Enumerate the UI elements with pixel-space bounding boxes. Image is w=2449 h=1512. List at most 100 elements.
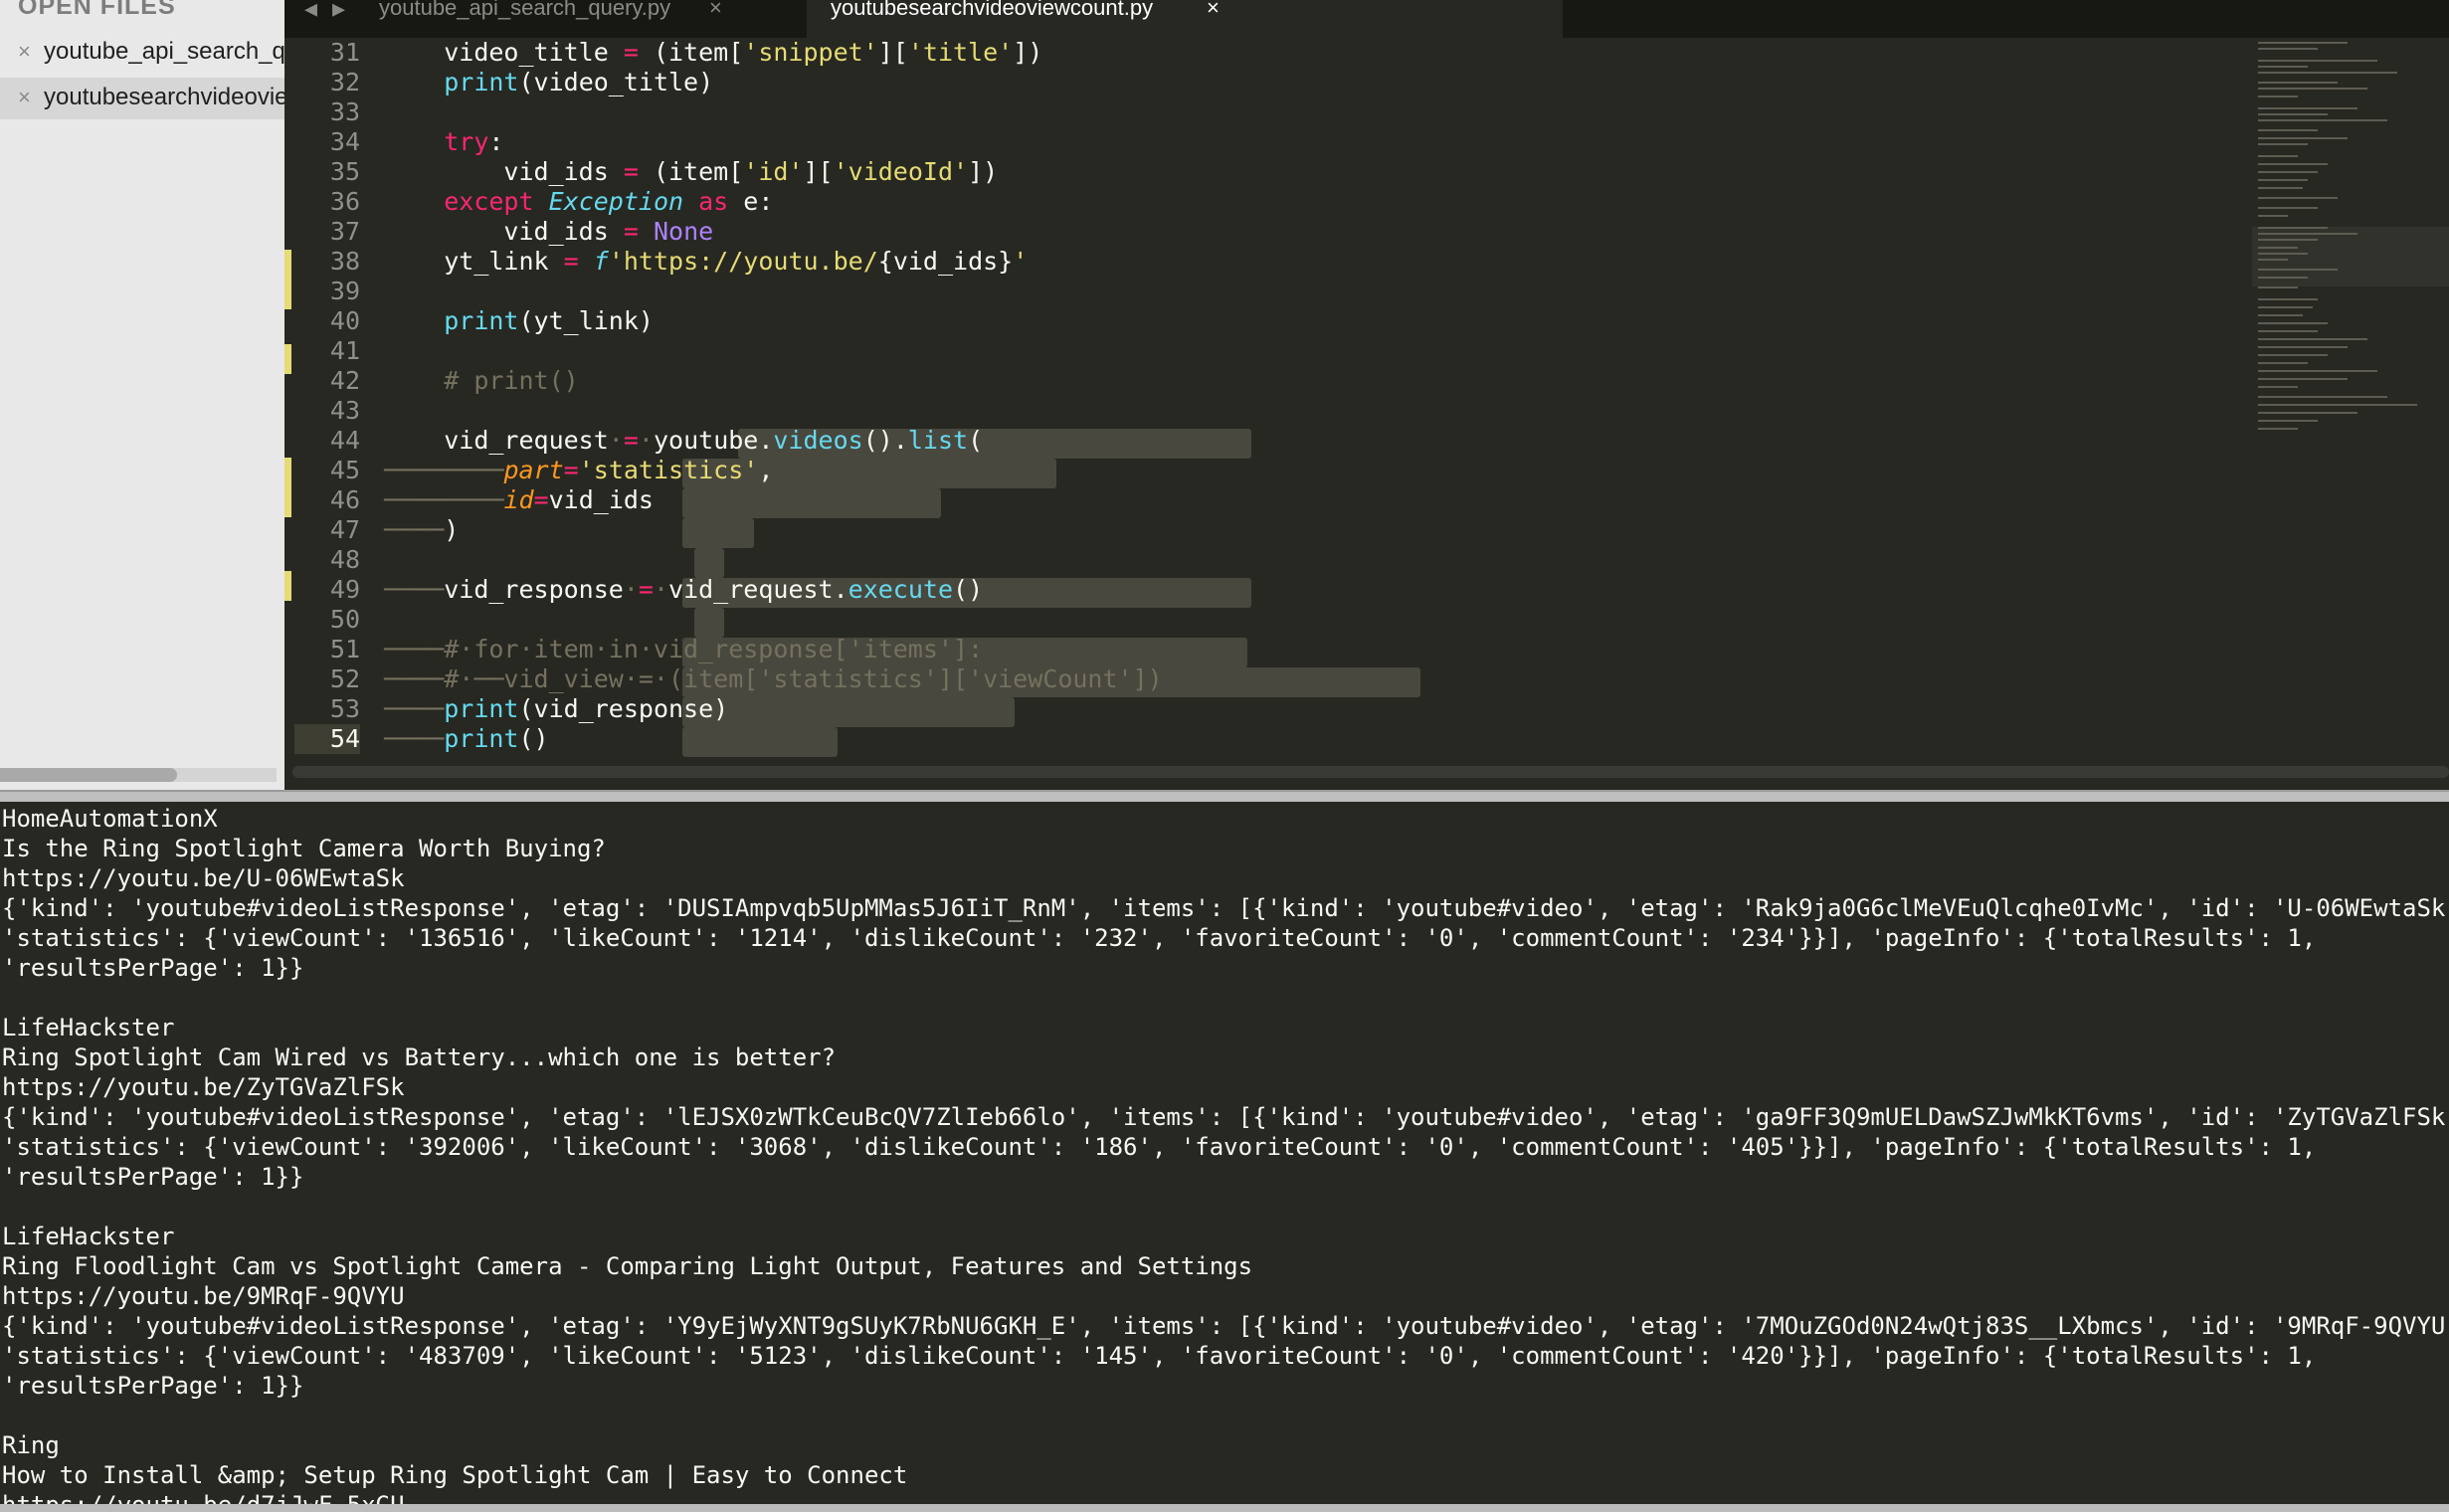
- console-line: HomeAutomationX: [2, 805, 218, 833]
- open-file-item[interactable]: × youtube_api_search_query.py: [0, 32, 284, 74]
- line-number: 33: [329, 97, 360, 126]
- code-line[interactable]: 37 vid_ids = None: [284, 217, 2234, 247]
- tab-youtube-api-search-query[interactable]: youtube_api_search_query.py ×: [379, 0, 737, 38]
- code-line[interactable]: 32 print(video_title): [284, 68, 2234, 97]
- minimap-line: [2258, 155, 2298, 157]
- code-line[interactable]: 49 ────vid_response·=·vid_request.execute…: [284, 575, 2234, 605]
- console-line: How to Install &amp; Setup Ring Spotligh…: [2, 1461, 908, 1489]
- editor-horizontal-scrollbar[interactable]: [292, 766, 2449, 778]
- code-line[interactable]: 33: [284, 97, 2234, 127]
- code-token: # print(): [444, 366, 579, 395]
- code-line[interactable]: 40 print(yt_link): [284, 306, 2234, 336]
- code-text: ────#·for·item·in·vid_response['items']:: [384, 635, 983, 664]
- code-token: =: [638, 575, 654, 604]
- sidebar-scrollbar-thumb[interactable]: [0, 768, 177, 782]
- code-line[interactable]: 38 yt_link = f'https://youtu.be/{vid_ids…: [284, 247, 2234, 277]
- code-line[interactable]: 50: [284, 605, 2234, 635]
- code-token: ────: [444, 485, 504, 514]
- line-number: 48: [329, 545, 360, 574]
- code-editor[interactable]: 31 video_title = (item['snippet']['title…: [284, 38, 2449, 758]
- line-number: 40: [329, 306, 360, 335]
- code-line[interactable]: 34 try:: [284, 127, 2234, 157]
- console-line: Ring Spotlight Cam Wired vs Battery...wh…: [2, 1043, 837, 1071]
- code-line[interactable]: 46 ────────id=vid_ids: [284, 485, 2234, 515]
- close-icon[interactable]: ×: [18, 39, 31, 65]
- code-line[interactable]: 48: [284, 545, 2234, 575]
- open-file-item-selected[interactable]: × youtubesearchvideoviewcount.py: [0, 78, 284, 119]
- minimap-line: [2258, 247, 2298, 249]
- code-token: 'videoId': [833, 157, 969, 186]
- back-arrow-icon[interactable]: ◂: [304, 0, 317, 24]
- code-line[interactable]: 43: [284, 396, 2234, 426]
- console-line: LifeHackster: [2, 1223, 175, 1250]
- code-line[interactable]: 54 ────print(): [284, 724, 2234, 754]
- code-token: ·: [638, 426, 654, 455]
- code-text: try:: [384, 127, 503, 157]
- code-line[interactable]: 52 ────#·──vid_view·=·(item['statistics']…: [284, 664, 2234, 694]
- console-line: Ring: [2, 1431, 60, 1459]
- console-line: 'statistics': {'viewCount': '136516', 'l…: [2, 924, 2317, 952]
- tab-close-icon[interactable]: ×: [1207, 0, 1220, 21]
- line-number: 50: [329, 605, 360, 634]
- code-line[interactable]: 44 vid_request·=·youtube.videos().list(: [284, 426, 2234, 456]
- line-number: 44: [329, 426, 360, 455]
- forward-arrow-icon[interactable]: ▸: [332, 0, 345, 24]
- minimap-line: [2258, 412, 2357, 414]
- code-line[interactable]: 36 except Exception as e:: [284, 187, 2234, 217]
- console-line: {'kind': 'youtube#videoListResponse', 'e…: [2, 1103, 2449, 1131]
- minimap-line: [2258, 72, 2397, 74]
- minimap-line: [2258, 239, 2318, 241]
- code-token: None: [653, 217, 714, 246]
- console-line: https://youtu.be/ZyTGVaZlFSk: [2, 1073, 405, 1101]
- minimap-line: [2258, 207, 2318, 209]
- code-line[interactable]: 47 ────): [284, 515, 2234, 545]
- code-token: 'statistics': [578, 456, 759, 484]
- line-number: 52: [329, 664, 360, 693]
- code-line[interactable]: 39: [284, 277, 2234, 306]
- tab-youtubesearchvideoviewcount[interactable]: youtubesearchvideoviewcount.py ×: [807, 0, 1563, 38]
- code-token: ────: [384, 456, 445, 484]
- line-number: 46: [329, 485, 360, 514]
- code-text: print(video_title): [384, 68, 713, 97]
- tab-close-icon[interactable]: ×: [709, 0, 722, 21]
- minimap-line: [2258, 95, 2298, 97]
- code-line[interactable]: 53 ────print(vid_response): [284, 694, 2234, 724]
- code-text: vid_request·=·youtube.videos().list(: [384, 426, 983, 456]
- code-line[interactable]: 41: [284, 336, 2234, 366]
- code-token: 'snippet': [743, 38, 878, 67]
- sidebar: OPEN FILES × youtube_api_search_query.py…: [0, 0, 284, 790]
- minimap-line: [2258, 378, 2348, 380]
- code-token: ): [444, 515, 460, 544]
- code-text: print(yt_link): [384, 306, 654, 336]
- console-output-panel[interactable]: HomeAutomationX Is the Ring Spotlight Cam…: [0, 802, 2449, 1504]
- minimap-line: [2258, 420, 2318, 422]
- minimap[interactable]: [2252, 38, 2449, 758]
- code-line[interactable]: 45 ────────part='statistics',: [284, 456, 2234, 485]
- code-token: (): [953, 575, 984, 604]
- minimap-line: [2258, 253, 2308, 255]
- minimap-line: [2258, 197, 2338, 199]
- line-number: 36: [329, 187, 360, 216]
- code-token: videos: [773, 426, 863, 455]
- code-text: except Exception as e:: [384, 187, 773, 217]
- sidebar-scrollbar[interactable]: [0, 768, 277, 782]
- code-line[interactable]: 42 # print(): [284, 366, 2234, 396]
- code-line[interactable]: 31 video_title = (item['snippet']['title…: [284, 38, 2234, 68]
- open-file-name: youtube_api_search_query.py: [44, 38, 284, 65]
- code-token: 'title': [907, 38, 1014, 67]
- minimap-line: [2258, 137, 2348, 139]
- code-token: ·: [608, 426, 624, 455]
- console-line: Is the Ring Spotlight Camera Worth Buyin…: [2, 835, 606, 862]
- line-number: 54: [329, 724, 360, 753]
- code-line[interactable]: 35 vid_ids = (item['id']['videoId']): [284, 157, 2234, 187]
- minimap-line: [2258, 370, 2377, 372]
- code-line[interactable]: 51 ────#·for·item·in·vid_response['items'…: [284, 635, 2234, 664]
- close-icon[interactable]: ×: [18, 85, 31, 110]
- code-token: ·: [623, 575, 639, 604]
- code-token: ·: [653, 575, 669, 604]
